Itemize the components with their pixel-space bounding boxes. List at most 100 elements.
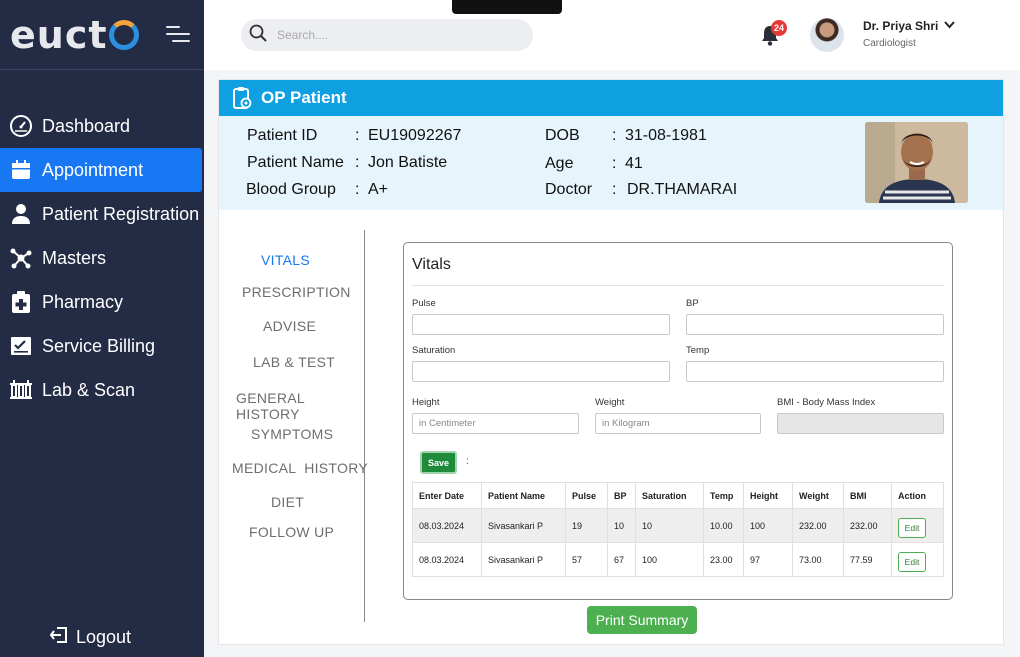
table-cell: 77.59 [843, 542, 892, 577]
table-cell: 10 [635, 508, 704, 543]
table-cell: Sivasankari P [481, 542, 566, 577]
print-summary-button[interactable]: Print Summary [587, 606, 697, 634]
divider [412, 285, 944, 286]
column-header: Weight [792, 482, 844, 509]
user-avatar[interactable] [810, 18, 844, 52]
table-row: 08.03.2024 Sivasankari P 19 10 10 10.00 … [412, 508, 944, 543]
tab-follow-up[interactable]: FOLLOW UP [249, 524, 334, 540]
vitals-panel: Vitals Pulse BP Saturation Temp Height W… [403, 242, 953, 600]
tab-vitals[interactable]: VITALS [261, 252, 310, 268]
temp-input[interactable] [686, 361, 944, 382]
age-label: Age [545, 155, 574, 172]
tab-lab-test[interactable]: LAB & TEST [253, 354, 335, 370]
sidebar-item-label: Masters [42, 247, 107, 268]
sidebar-item-masters[interactable]: Masters [0, 236, 204, 280]
height-label: Height [412, 397, 440, 408]
logout-icon [49, 626, 68, 649]
calendar-icon [8, 157, 34, 183]
bp-input[interactable] [686, 314, 944, 335]
action-cell: Edit [891, 508, 944, 543]
user-icon [8, 201, 34, 227]
table-cell: 97 [743, 542, 793, 577]
lab-icon [8, 377, 34, 403]
sidebar-item-appointment[interactable]: Appointment [0, 148, 202, 192]
op-header: OP Patient [219, 80, 1003, 116]
save-button[interactable]: Save [420, 451, 457, 474]
colon: : [612, 127, 617, 144]
sidebar-item-patient-registration[interactable]: Patient Registration [0, 192, 204, 236]
menu-toggle-icon[interactable] [166, 26, 192, 46]
top-bar: 24 Dr. Priya Shri Cardiologist [204, 0, 1020, 70]
blood-group-value: A+ [368, 181, 389, 198]
temp-label: Temp [686, 345, 710, 356]
sidebar-nav: Dashboard Appointment Patient Registrati… [0, 104, 204, 412]
tab-prescription[interactable]: PRESCRIPTION [242, 284, 351, 300]
patient-name-value: Jon Batiste [368, 154, 448, 171]
op-patient-card: OP Patient Patient ID : EU19092267 Patie… [218, 79, 1004, 645]
tab-medical-history[interactable]: MEDICAL HISTORY [232, 460, 368, 476]
column-header: Patient Name [481, 482, 566, 509]
tab-diet[interactable]: DIET [271, 494, 304, 510]
tab-advise[interactable]: ADVISE [263, 318, 316, 334]
saturation-input[interactable] [412, 361, 670, 382]
weight-label: Weight [595, 397, 625, 408]
weight-input[interactable] [595, 413, 761, 434]
sidebar: euct Dashboard Appointment Patient Regis… [0, 0, 204, 657]
table-cell: 08.03.2024 [412, 508, 482, 543]
op-header-title: OP Patient [261, 88, 347, 107]
clipboard-eye-icon [231, 86, 253, 110]
edit-button[interactable]: Edit [898, 517, 926, 538]
tab-general-history[interactable]: GENERAL HISTORY [236, 390, 364, 422]
sidebar-item-dashboard[interactable]: Dashboard [0, 104, 204, 148]
column-header: Temp [703, 482, 744, 509]
colon: : [355, 181, 360, 198]
sidebar-item-label: Patient Registration [42, 203, 200, 224]
camera-notch [452, 0, 562, 14]
medical-kit-icon [8, 289, 34, 315]
logo-text: euct [10, 12, 108, 57]
dashboard-gauge-icon [8, 113, 34, 139]
sidebar-item-label: Appointment [42, 159, 144, 180]
action-cell: Edit [891, 542, 944, 577]
sidebar-item-lab-scan[interactable]: Lab & Scan [0, 368, 204, 412]
sidebar-item-service-billing[interactable]: Service Billing [0, 324, 204, 368]
column-header: Pulse [565, 482, 608, 509]
patient-photo [865, 122, 968, 203]
search-box[interactable] [241, 19, 533, 51]
network-icon [8, 245, 34, 271]
table-header-row: Enter Date Patient Name Pulse BP Saturat… [412, 482, 944, 509]
patient-info-panel: Patient ID : EU19092267 Patient Name : J… [219, 116, 1003, 210]
table-cell: 10.00 [703, 508, 744, 543]
colon: : [355, 127, 360, 144]
eucto-logo[interactable]: euct [10, 13, 139, 57]
user-role: Cardiologist [863, 38, 916, 49]
saturation-label: Saturation [412, 345, 456, 356]
patient-name-label: Patient Name [247, 154, 344, 171]
notification-count-badge: 24 [771, 20, 787, 36]
vitals-table: Enter Date Patient Name Pulse BP Saturat… [412, 482, 944, 577]
column-header: BP [607, 482, 636, 509]
bmi-label: BMI - Body Mass Index [777, 397, 876, 408]
table-cell: 10 [607, 508, 636, 543]
patient-id-label: Patient ID [247, 127, 318, 144]
table-cell: 67 [607, 542, 636, 577]
doctor-value: DR.THAMARAI [627, 181, 738, 198]
edit-button[interactable]: Edit [898, 551, 926, 572]
table-cell: 23.00 [703, 542, 744, 577]
pulse-label: Pulse [412, 298, 436, 309]
sidebar-item-pharmacy[interactable]: Pharmacy [0, 280, 204, 324]
pulse-input[interactable] [412, 314, 670, 335]
user-menu[interactable]: Dr. Priya Shri [863, 19, 956, 33]
table-cell: 100 [743, 508, 793, 543]
table-cell: 57 [565, 542, 608, 577]
colon: : [466, 456, 469, 467]
logout-label: Logout [76, 627, 132, 647]
tab-symptoms[interactable]: SYMPTOMS [251, 426, 333, 442]
column-header: BMI [843, 482, 892, 509]
logout-button[interactable]: Logout [49, 626, 132, 649]
column-header: Enter Date [412, 482, 482, 509]
bmi-input [777, 413, 944, 434]
blood-group-label: Blood Group [246, 181, 336, 198]
search-input[interactable] [277, 28, 497, 42]
height-input[interactable] [412, 413, 579, 434]
